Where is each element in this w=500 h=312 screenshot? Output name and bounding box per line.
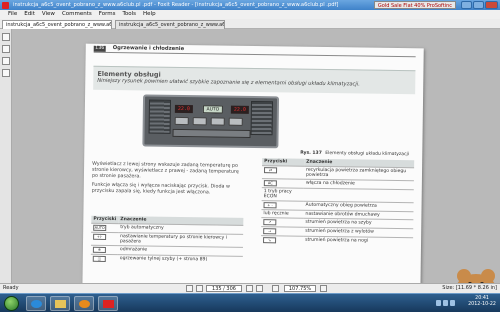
menu-edit[interactable]: Edit xyxy=(24,10,35,19)
close-button[interactable] xyxy=(485,1,498,9)
panel-button-figure xyxy=(210,117,225,126)
foxit-icon xyxy=(102,300,114,308)
menu-forms[interactable]: Forms xyxy=(99,10,116,19)
tab-document-1[interactable]: instrukcja_a6c5_ovent_pobrano_z_www.a6cl… xyxy=(2,20,112,29)
previous-page-icon[interactable] xyxy=(196,285,203,292)
right-vent xyxy=(250,100,274,136)
start-button[interactable] xyxy=(4,296,19,311)
document-tabs: instrukcja_a6c5_ovent_pobrano_z_www.a6cl… xyxy=(0,19,500,29)
volume-icon[interactable] xyxy=(443,300,448,306)
menu-bar: File Edit View Comments Forms Tools Help xyxy=(0,10,500,19)
figure-caption-text: Elementy obsługi układu klimatyzacji xyxy=(325,151,410,158)
side-panel xyxy=(0,29,12,283)
passenger-temp-display: 22.0 xyxy=(230,105,249,114)
minimize-button[interactable] xyxy=(461,1,472,9)
windows-taskbar: 20:41 2012-10-22 xyxy=(0,293,500,312)
system-tray xyxy=(436,300,462,307)
taskbar-foxit[interactable] xyxy=(98,296,118,311)
left-vent xyxy=(148,99,172,134)
pages-icon[interactable] xyxy=(2,45,10,53)
climate-panel-figure: 22.0 22.0 AUTO xyxy=(142,94,280,149)
clock-date: 2012-10-22 xyxy=(468,302,496,307)
zoom-in-icon[interactable] xyxy=(320,285,327,292)
status-bar: Ready 135 / 306 107.75% Size: [11.69 * 8… xyxy=(0,283,500,293)
foxit-app-icon xyxy=(2,1,9,9)
menu-file[interactable]: File xyxy=(8,10,17,19)
panel-lower-strip xyxy=(172,128,251,138)
paragraph: Wyświetlacz z lewej strony wskazuje zada… xyxy=(91,161,239,180)
browser-icon xyxy=(30,300,42,308)
layers-icon[interactable] xyxy=(2,57,10,65)
network-icon[interactable] xyxy=(436,300,441,306)
status-text: Ready xyxy=(3,285,19,291)
system-clock[interactable]: 20:41 2012-10-22 xyxy=(468,296,496,308)
figure-caption-number: Rys. 137 xyxy=(300,150,322,156)
button-symbol: AUTO xyxy=(93,224,107,231)
document-viewport[interactable]: 136 Ogrzewanie i chłodzenie Elementy obs… xyxy=(12,29,500,283)
taskbar-media[interactable] xyxy=(74,296,94,311)
page-size-text: Size: [11.69 * 8.26 in] xyxy=(442,285,497,291)
panel-button-figure xyxy=(192,117,207,126)
zoom-field[interactable]: 107.75% xyxy=(284,285,316,292)
chapter-heading: Ogrzewanie i chłodzenie xyxy=(112,45,185,53)
page-number-field[interactable]: 135 / 306 xyxy=(206,285,242,292)
first-page-icon[interactable] xyxy=(186,285,193,292)
menu-comments[interactable]: Comments xyxy=(62,10,92,19)
button-symbol: ◫ xyxy=(92,255,106,262)
button-symbol: ↗ xyxy=(263,219,277,226)
attachments-icon[interactable] xyxy=(2,69,10,77)
panel-button-figure xyxy=(228,117,243,126)
menu-tools[interactable]: Tools xyxy=(122,10,136,19)
table-cell: strumień powietrza na nogi xyxy=(303,236,414,247)
button-symbol: ⇄ xyxy=(264,167,278,174)
header-rule xyxy=(93,51,416,58)
buttons-table-right: Przyciski Znaczenie ⇄ recyrkulacja powie… xyxy=(261,158,415,247)
buttons-table-left: Przyciski Znaczenie AUTO tryb automatycz… xyxy=(90,215,244,265)
media-player-icon xyxy=(78,300,90,308)
ad-banner[interactable]: Gold Sale Flat 40% ProSoftinc xyxy=(373,1,456,9)
flag-icon[interactable] xyxy=(450,300,455,306)
title-bar: instrukcja_a6c5_ovent_pobrano_z_www.a6cl… xyxy=(0,0,500,10)
menu-view[interactable]: View xyxy=(42,10,55,19)
taskbar-explorer[interactable] xyxy=(50,296,70,311)
table-row: ◫ ogrzewanie tylnej szyby (+ strona 89) xyxy=(90,254,243,265)
table-cell: ogrzewanie tylnej szyby (+ strona 89) xyxy=(117,254,243,265)
section-band: Elementy obsługi Niniejszy rysunek powin… xyxy=(93,65,416,95)
folder-icon xyxy=(54,300,66,308)
table-row: ↘ strumień powietrza na nogi xyxy=(261,235,414,247)
figure-caption: Rys. 137 Elementy obsługi układu klimaty… xyxy=(300,151,409,158)
panel-button-figure xyxy=(174,116,189,126)
menu-help[interactable]: Help xyxy=(143,10,156,19)
pdf-page: 136 Ogrzewanie i chłodzenie Elementy obs… xyxy=(82,43,424,283)
bookmarks-icon[interactable] xyxy=(2,33,10,41)
zoom-out-icon[interactable] xyxy=(272,285,279,292)
window-title: instrukcja_a6c5_ovent_pobrano_z_www.a6cl… xyxy=(13,2,339,8)
button-symbol: → xyxy=(263,228,277,235)
foxit-window: instrukcja_a6c5_ovent_pobrano_z_www.a6cl… xyxy=(0,0,500,293)
auto-button-figure: AUTO xyxy=(202,105,223,114)
hamster-mascot-image xyxy=(457,269,495,283)
button-symbol: +/- xyxy=(93,233,107,240)
tab-document-2[interactable]: instrukcja_a6c5_ovent_pobrano_z_www.a6cl… xyxy=(115,20,225,29)
intro-text: Niniejszy rysunek powinien ułatwić szybk… xyxy=(97,77,360,88)
button-symbol: + - xyxy=(263,202,277,209)
maximize-button[interactable] xyxy=(473,1,484,9)
left-column-text: Wyświetlacz z lewej strony wskazuje zada… xyxy=(92,162,242,200)
button-symbol: ↘ xyxy=(263,237,277,244)
button-symbol: AC xyxy=(263,180,277,187)
next-page-icon[interactable] xyxy=(246,285,253,292)
last-page-icon[interactable] xyxy=(256,285,263,292)
button-symbol: ❄ xyxy=(92,246,106,253)
driver-temp-display: 22.0 xyxy=(174,104,193,114)
table-cell: 1 tryb pracy ECON xyxy=(261,187,304,202)
taskbar-ie[interactable] xyxy=(26,296,46,311)
paragraph: Funkcje włącza się i wyłącza naciskając … xyxy=(91,182,230,196)
